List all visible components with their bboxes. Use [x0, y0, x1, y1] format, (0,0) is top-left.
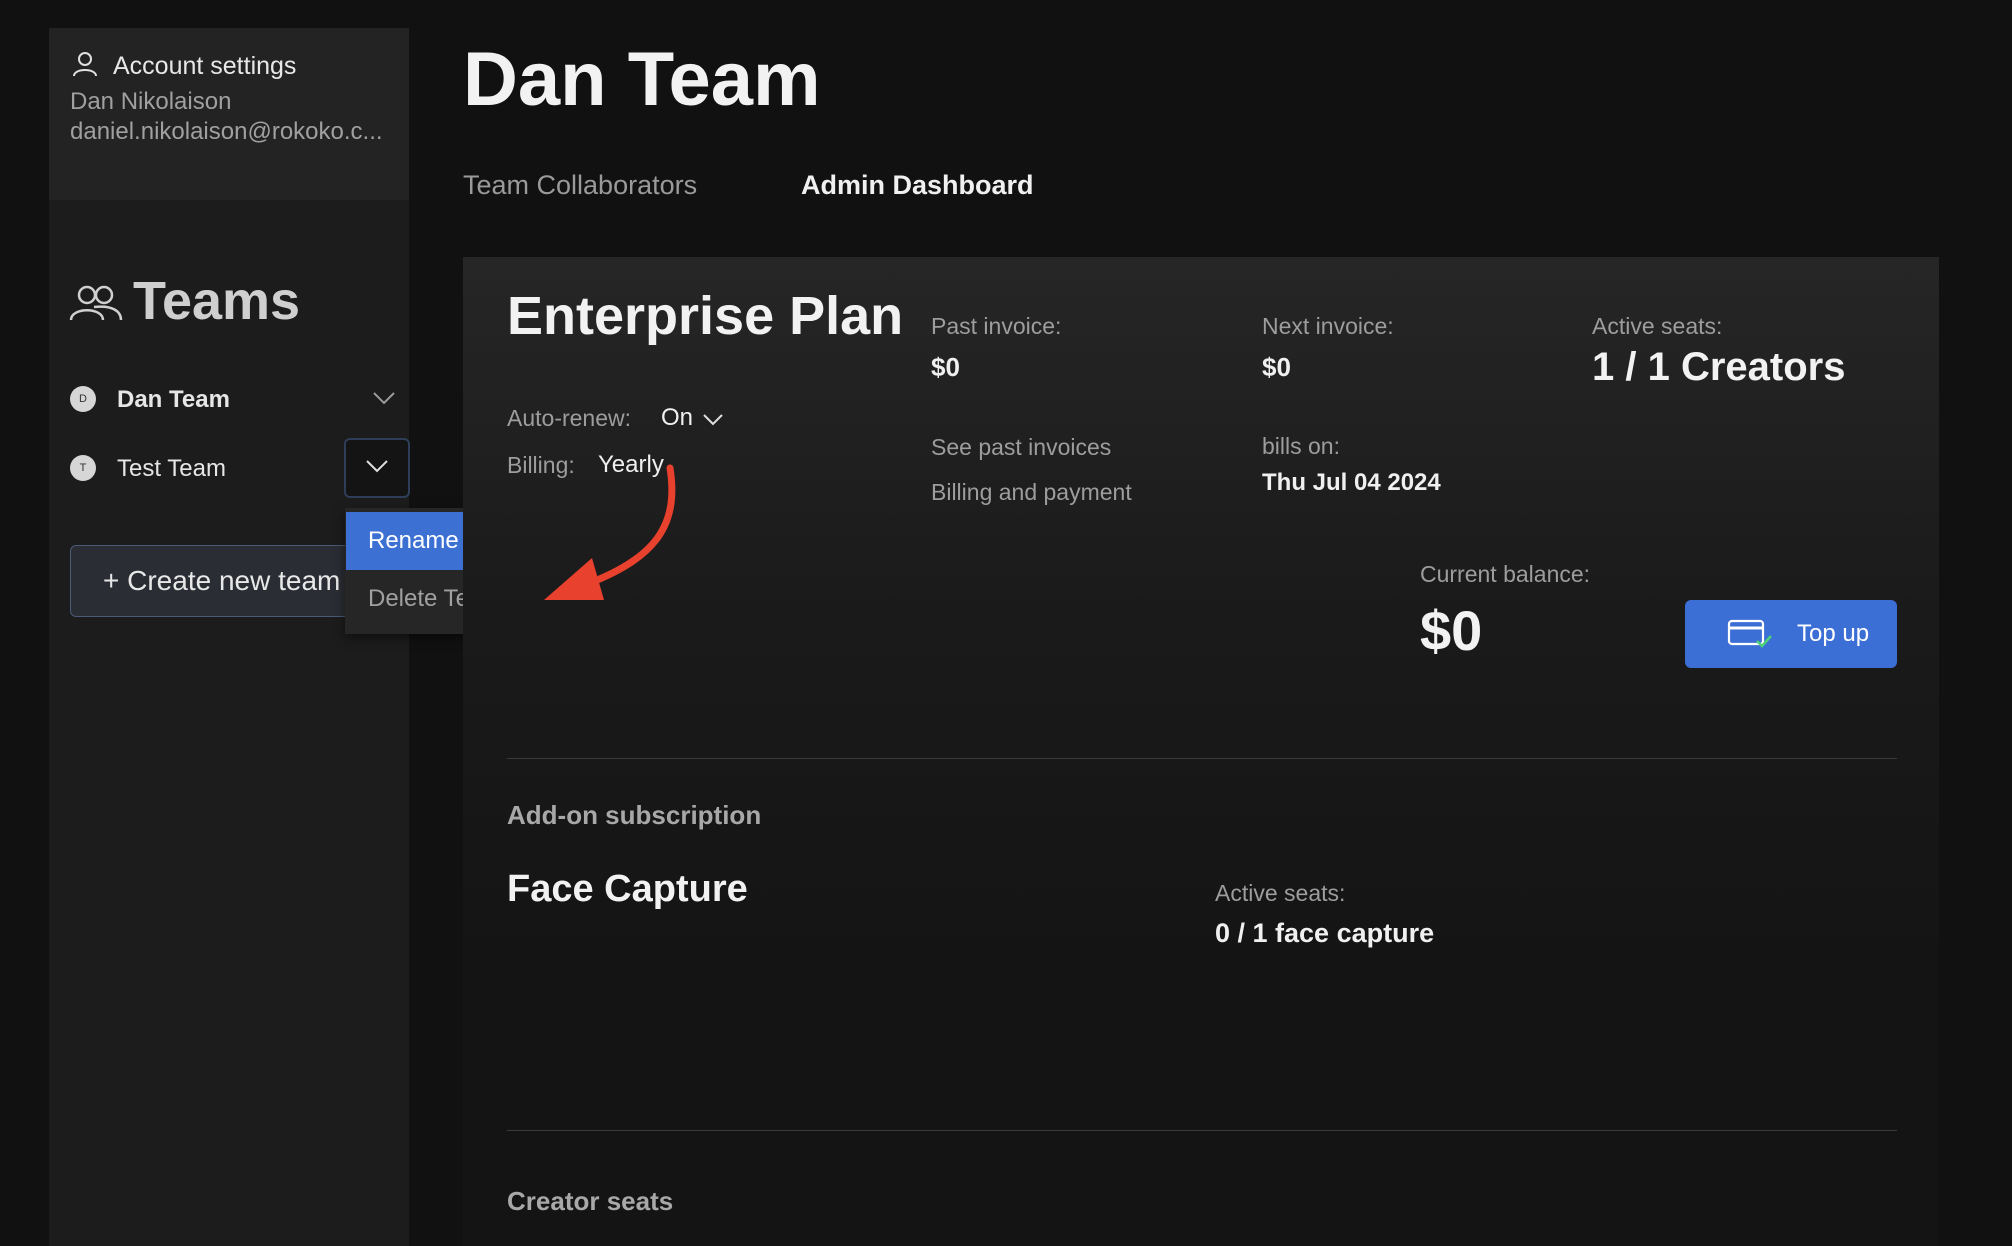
bills-on-label: bills on: — [1262, 433, 1340, 459]
team-options-button[interactable] — [344, 438, 410, 498]
chevron-down-icon[interactable] — [702, 412, 724, 431]
see-past-invoices-link[interactable]: See past invoices — [931, 434, 1111, 461]
addon-active-seats-value: 0 / 1 face capture — [1215, 918, 1435, 948]
teams-icon — [68, 283, 124, 328]
addon-active-seats-label: Active seats: — [1215, 880, 1346, 906]
annotation-arrow — [544, 464, 676, 600]
top-up-button[interactable]: Top up — [1685, 600, 1897, 668]
sidebar — [49, 28, 409, 1246]
teams-heading: Teams — [133, 271, 301, 331]
team-avatar: T — [70, 455, 96, 481]
chevron-down-icon[interactable] — [372, 390, 396, 411]
sidebar-item-label[interactable]: Dan Team — [117, 386, 230, 414]
past-invoice-value: $0 — [931, 352, 960, 382]
divider — [507, 1130, 1897, 1131]
next-invoice-value: $0 — [1262, 352, 1291, 382]
auto-renew-label: Auto-renew: — [507, 405, 632, 431]
current-balance-value: $0 — [1420, 599, 1483, 662]
team-avatar: D — [70, 386, 96, 412]
past-invoice-label: Past invoice: — [931, 313, 1062, 339]
tab-team-collaborators[interactable]: Team Collaborators — [463, 170, 697, 201]
billing-and-payment-link[interactable]: Billing and payment — [931, 479, 1132, 506]
addon-section-title: Add-on subscription — [507, 800, 762, 830]
sidebar-item-label[interactable]: Test Team — [117, 455, 226, 483]
account-settings-link[interactable]: Account settings — [113, 52, 296, 81]
create-new-team-button[interactable]: + Create new team — [70, 545, 370, 617]
sidebar-item-dan-team[interactable]: D — [70, 386, 96, 412]
addon-name: Face Capture — [507, 868, 748, 910]
creator-seats-section-title: Creator seats — [507, 1186, 674, 1216]
next-invoice-label: Next invoice: — [1262, 313, 1394, 339]
auto-renew-value[interactable]: On — [661, 404, 693, 432]
active-seats-label: Active seats: — [1592, 313, 1723, 339]
user-icon — [71, 50, 99, 83]
sidebar-item-test-team[interactable]: T — [70, 455, 96, 481]
account-user-name: Dan Nikolaison — [70, 88, 232, 115]
account-user-email: daniel.nikolaison@rokoko.c... — [70, 118, 383, 145]
page-title: Dan Team — [463, 37, 821, 122]
bills-on-value: Thu Jul 04 2024 — [1262, 469, 1441, 496]
chevron-down-icon — [365, 458, 389, 479]
top-up-label: Top up — [1797, 620, 1870, 647]
divider — [507, 758, 1897, 759]
active-seats-value: 1 / 1 Creators — [1592, 345, 1846, 389]
credit-card-icon — [1727, 619, 1773, 649]
plan-name: Enterprise Plan — [507, 286, 904, 346]
tab-admin-dashboard[interactable]: Admin Dashboard — [801, 170, 1034, 201]
current-balance-label: Current balance: — [1420, 561, 1591, 587]
